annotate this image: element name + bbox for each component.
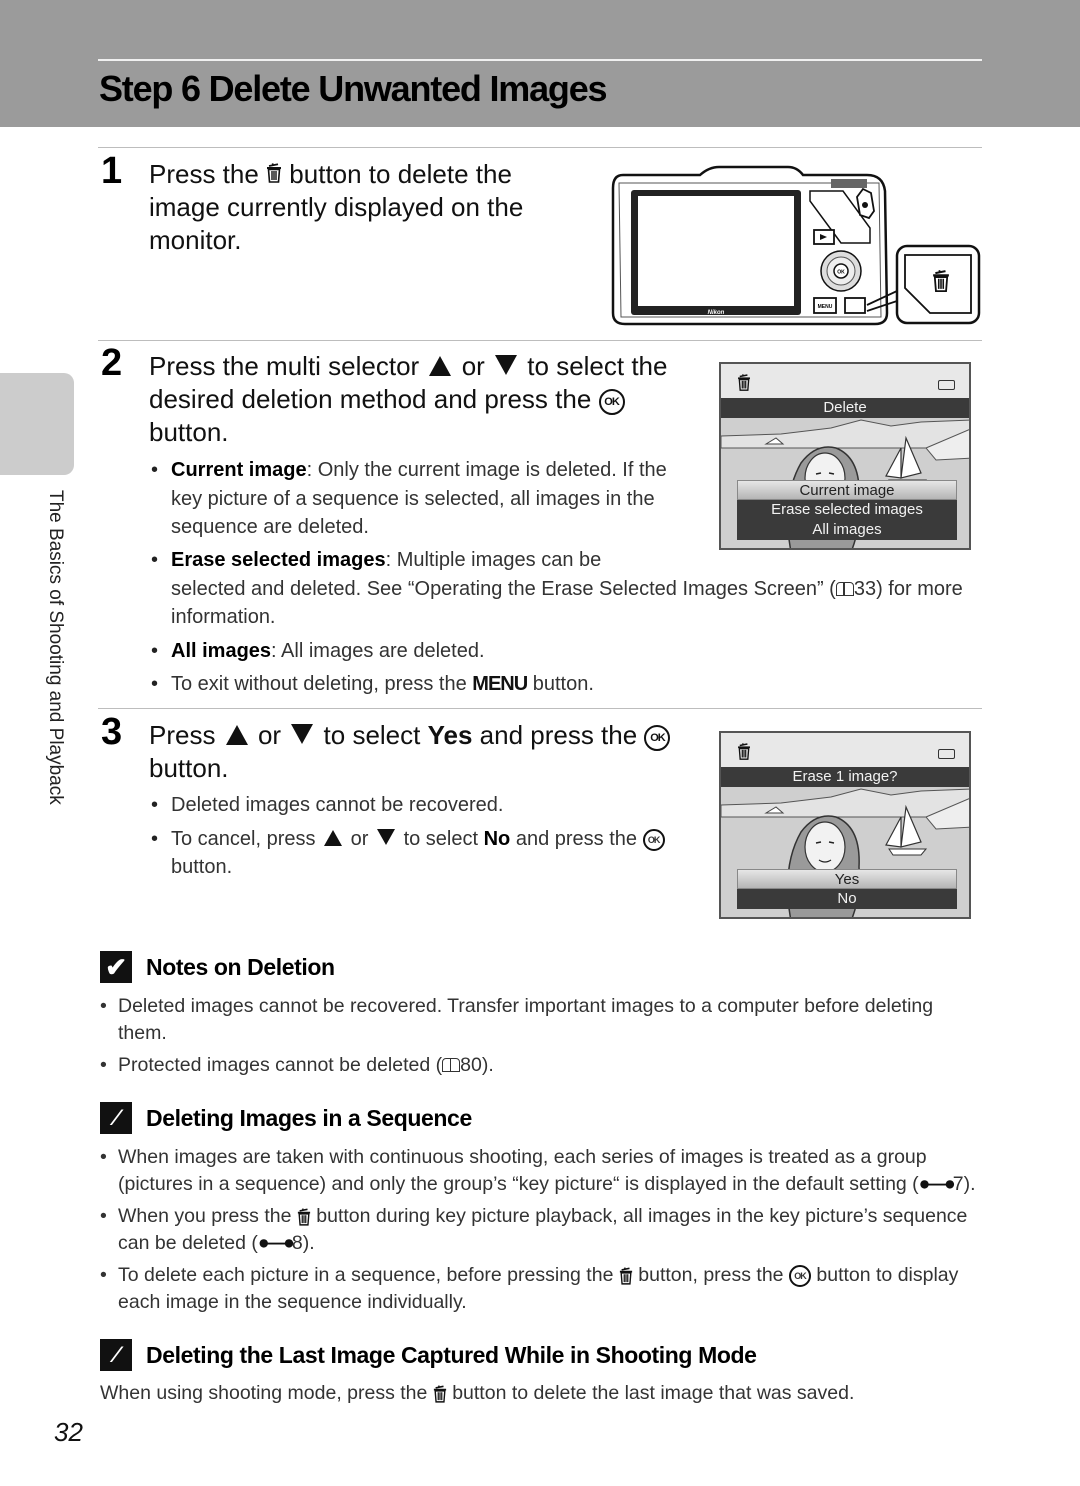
up-arrow-icon <box>225 725 248 745</box>
step-1-text: Press the button to delete the image cur… <box>149 159 524 255</box>
divider <box>98 708 982 709</box>
ok-button-icon: OK <box>788 1265 811 1287</box>
divider <box>98 147 982 148</box>
page-title: Step 6 Delete Unwanted Images <box>99 68 608 109</box>
menu-button-icon: MENU <box>472 673 528 695</box>
list-item: When you press the button during key pic… <box>100 1203 985 1257</box>
menu-option-all-images[interactable]: All images <box>737 520 957 540</box>
pencil-note-icon: ⁄ <box>100 1102 132 1134</box>
trash-icon <box>433 1385 447 1403</box>
trash-icon <box>737 374 751 391</box>
step-3-number: 3 <box>101 711 123 753</box>
ok-button-icon: OK <box>642 828 665 851</box>
battery-icon <box>938 749 955 759</box>
pencil-note-icon: ⁄ <box>100 1339 132 1371</box>
list-item: Erase selected images: Multiple images c… <box>149 546 979 632</box>
ok-button-icon: OK <box>598 389 625 415</box>
camera-brand: Nikon <box>708 310 725 316</box>
trash-icon <box>619 1267 633 1285</box>
ok-button-icon: OK <box>644 725 671 751</box>
notes-deletion-heading: ✔ Notes on Deletion <box>100 951 335 983</box>
page-number: 32 <box>54 1417 83 1447</box>
book-reference-icon <box>442 1058 461 1072</box>
down-arrow-icon <box>377 828 395 845</box>
camera-back-illustration: Nikon OK MENU <box>611 165 981 326</box>
down-arrow-icon <box>495 355 518 375</box>
check-note-icon: ✔ <box>100 951 132 983</box>
screen-title: Erase 1 image? <box>721 767 969 787</box>
sequence-note-heading: ⁄ Deleting Images in a Sequence <box>100 1102 472 1134</box>
header-rule <box>98 59 982 61</box>
list-item: Deleted images cannot be recovered. Tran… <box>100 993 985 1047</box>
notes-deletion-list: Deleted images cannot be recovered. Tran… <box>100 993 985 1084</box>
step-3-bullets: Deleted images cannot be recovered. To c… <box>149 791 694 887</box>
step-2-bullets: Current image: Only the current image is… <box>149 456 689 547</box>
chapter-tab[interactable] <box>0 373 74 475</box>
camera-screen-delete: Delete Current image Erase selected imag… <box>719 362 971 550</box>
last-image-note-heading: ⁄ Deleting the Last Image Captured While… <box>100 1339 757 1371</box>
list-item: Protected images cannot be deleted (80). <box>100 1052 985 1079</box>
menu-option-yes[interactable]: Yes <box>737 869 957 889</box>
step-2-bullets-continued: Erase selected images: Multiple images c… <box>149 546 979 704</box>
list-item: All images: All images are deleted. <box>149 637 979 666</box>
menu-option-no[interactable]: No <box>737 889 957 909</box>
list-item: Deleted images cannot be recovered. <box>149 791 694 820</box>
up-arrow-icon <box>429 356 452 376</box>
up-arrow-icon <box>324 829 343 846</box>
chapter-header: Step 6 Delete Unwanted Images <box>0 0 1080 127</box>
step-1-number: 1 <box>101 150 123 192</box>
book-reference-icon <box>835 581 854 596</box>
list-item: To exit without deleting, press the MENU… <box>149 670 979 699</box>
menu-option-erase-selected[interactable]: Erase selected images <box>737 500 957 520</box>
confirm-menu: Yes No <box>737 869 957 909</box>
trash-icon <box>297 1208 311 1226</box>
step-2-number: 2 <box>101 342 123 384</box>
trash-icon <box>737 743 751 760</box>
reference-section-icon: ●—● <box>918 1173 956 1195</box>
chapter-tab-label: The Basics of Shooting and Playback <box>45 490 66 805</box>
step-2-text: Press the multi selector or to select th… <box>149 351 668 447</box>
trash-icon <box>266 162 282 184</box>
last-image-note-text: When using shooting mode, press the butt… <box>100 1382 855 1404</box>
down-arrow-icon <box>291 724 314 744</box>
sequence-note-list: When images are taken with continuous sh… <box>100 1144 985 1321</box>
list-item: To cancel, press or to select No and pre… <box>149 825 694 882</box>
list-item: When images are taken with continuous sh… <box>100 1144 985 1198</box>
screen-title: Delete <box>721 398 969 418</box>
svg-text:MENU: MENU <box>818 304 833 310</box>
camera-screen-confirm: Erase 1 image? Yes No <box>719 731 971 919</box>
zoom-dial <box>831 179 867 188</box>
list-item: To delete each picture in a sequence, be… <box>100 1262 985 1316</box>
menu-option-current-image[interactable]: Current image <box>737 480 957 500</box>
reference-section-icon: ●—● <box>257 1232 295 1254</box>
divider <box>98 340 982 341</box>
delete-button <box>844 297 866 314</box>
list-item: Current image: Only the current image is… <box>149 456 689 542</box>
deletion-method-menu: Current image Erase selected images All … <box>737 480 957 540</box>
svg-text:OK: OK <box>837 270 845 276</box>
step-3-text: Press or to select Yes and press the OK … <box>149 719 709 785</box>
battery-icon <box>938 380 955 390</box>
